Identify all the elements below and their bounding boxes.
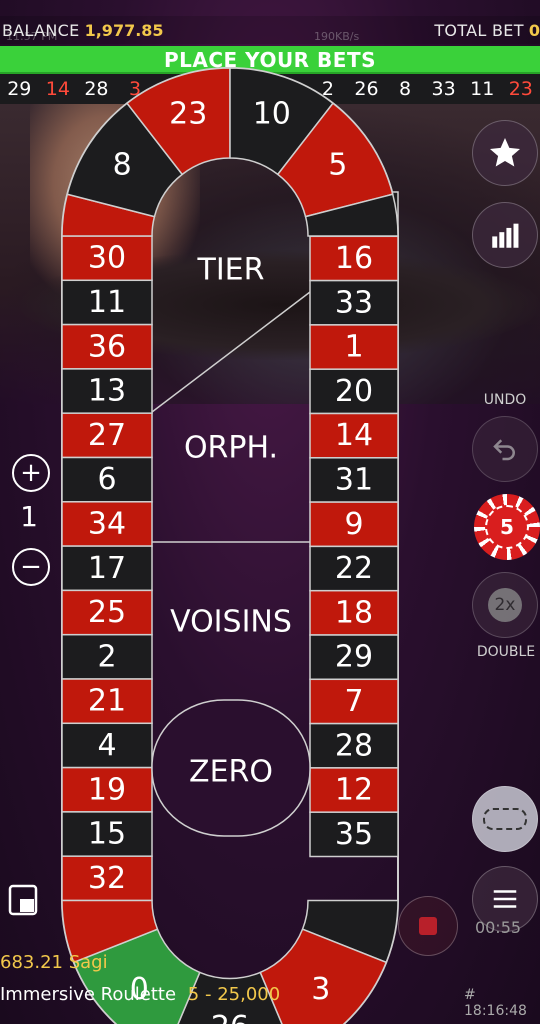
double-button[interactable]: 2x (472, 572, 538, 638)
double-icon: 2x (488, 588, 522, 622)
pocket-number: 9 (344, 507, 363, 542)
increase-multiplier-button[interactable]: + (12, 454, 50, 492)
pip-icon (8, 884, 38, 916)
racetrack-toggle-button[interactable] (472, 786, 538, 852)
winner-name: Sagi (68, 952, 108, 973)
pocket-number: 2 (97, 639, 116, 674)
game-name: Immersive Roulette (0, 984, 177, 1005)
pocket-number: 4 (97, 728, 116, 763)
pocket-number: 28 (335, 728, 373, 763)
picture-in-picture-button[interactable] (8, 884, 38, 916)
pocket-number: 26 (211, 1010, 249, 1024)
bar-chart-icon (492, 223, 519, 248)
orphelins-bet-label[interactable]: ORPH. (184, 431, 278, 466)
statistics-button[interactable] (472, 202, 538, 268)
pocket-number: 29 (335, 640, 373, 675)
pocket-number: 10 (253, 96, 291, 131)
pocket-number: 23 (169, 96, 207, 131)
pocket-number: 16 (335, 241, 373, 276)
pocket-number: 12 (335, 773, 373, 808)
minus-icon: − (20, 552, 42, 582)
double-label: DOUBLE (476, 644, 536, 660)
pocket-number: 19 (88, 772, 126, 807)
racetrack-board: 3011361327634172522141915322416331201431… (61, 67, 399, 1024)
bet-limits: 5 - 25,000 (187, 984, 281, 1005)
pocket-number: 33 (335, 285, 373, 320)
pocket-number: 11 (88, 285, 126, 320)
undo-button[interactable] (472, 416, 538, 482)
pocket-number: 1 (344, 330, 363, 365)
pocket-number: 17 (88, 551, 126, 586)
pocket-number: 21 (88, 684, 126, 719)
pocket-number: 7 (344, 684, 363, 719)
pocket-number: 18 (335, 595, 373, 630)
pocket-number: 34 (88, 506, 126, 541)
pocket-number: 35 (335, 817, 373, 852)
pocket-number: 8 (113, 148, 132, 183)
game-info: Immersive Roulette 5 - 25,000 (0, 984, 280, 1005)
zero-bet-label[interactable]: ZERO (189, 755, 273, 790)
tier-bet-label[interactable]: TIER (197, 253, 265, 288)
plus-icon: + (20, 458, 42, 488)
win-amount: 683.21 (0, 952, 63, 973)
pocket-number: 31 (335, 462, 373, 497)
favorites-button[interactable] (472, 120, 538, 186)
section-divider (151, 291, 311, 413)
pocket-number: 13 (88, 374, 126, 409)
round-id: # 18:16:48 (464, 987, 527, 1019)
bet-multiplier: 1 (20, 500, 38, 533)
record-icon (419, 917, 437, 935)
pocket-number: 36 (88, 329, 126, 364)
pocket-number: 14 (335, 418, 373, 453)
round-timer: 00:55 (474, 918, 522, 937)
pocket-number: 6 (97, 462, 116, 497)
chip-value: 5 (485, 505, 529, 549)
star-icon (490, 138, 520, 167)
pocket-number: 3 (311, 972, 330, 1007)
pocket-number: 20 (335, 374, 373, 409)
voisins-bet-label[interactable]: VOISINS (170, 605, 292, 640)
pocket-number: 32 (88, 861, 126, 896)
racetrack-icon (483, 808, 527, 830)
pocket-number: 5 (328, 148, 347, 183)
pocket-number: 30 (88, 241, 126, 276)
pocket-number: 15 (88, 817, 126, 852)
undo-icon (493, 439, 515, 461)
pocket-number: 25 (88, 595, 126, 630)
last-win-info: 683.21 Sagi (0, 952, 108, 973)
undo-label: UNDO (483, 392, 527, 408)
menu-icon (493, 890, 517, 908)
pocket-number: 22 (335, 551, 373, 586)
decrease-multiplier-button[interactable]: − (12, 548, 50, 586)
record-button[interactable] (398, 896, 458, 956)
chip-selector[interactable]: 5 (474, 494, 540, 560)
pocket-number: 27 (88, 418, 126, 453)
